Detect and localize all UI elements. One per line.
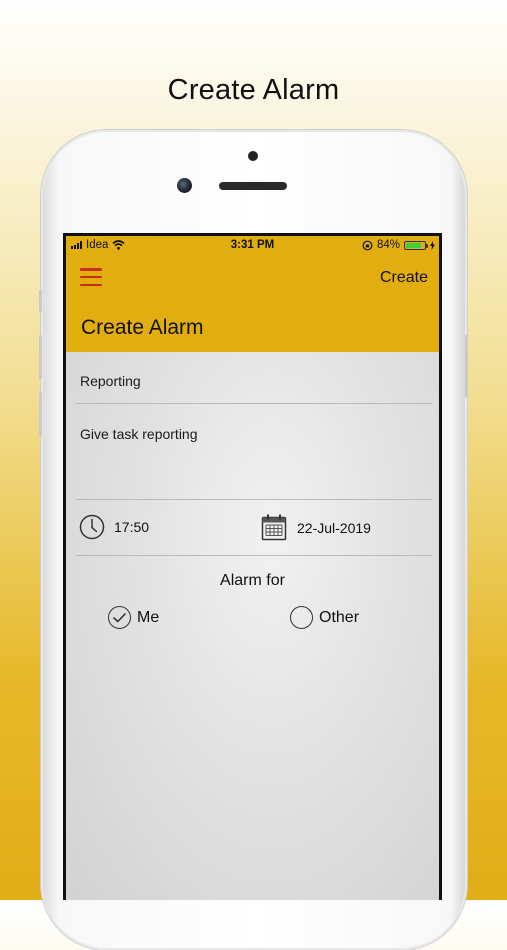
description-value: Give task reporting: [80, 426, 198, 442]
description-field[interactable]: Give task reporting: [76, 404, 432, 500]
app-display: Idea 3:31 PM 84% Create Create Alarm Rep…: [66, 236, 439, 900]
phone-screen: Idea 3:31 PM 84% Create Create Alarm Rep…: [63, 233, 442, 900]
calendar-icon: [261, 514, 287, 541]
option-other-radio[interactable]: [290, 606, 313, 629]
battery-fill: [406, 242, 422, 248]
date-time-row: 17:50 22-Jul-2019: [76, 500, 432, 556]
checkmark-icon: [113, 612, 126, 622]
time-picker[interactable]: 17:50: [79, 514, 149, 540]
front-camera: [177, 178, 192, 193]
option-me[interactable]: Me: [108, 606, 159, 629]
charging-bolt-icon: [430, 240, 435, 250]
volume-up-button: [39, 335, 42, 379]
status-right: 84%: [362, 239, 435, 251]
volume-down-button: [39, 392, 42, 436]
app-header: Idea 3:31 PM 84% Create Create Alarm: [66, 236, 439, 352]
earpiece-speaker: [219, 182, 287, 190]
page-title: Create Alarm: [81, 316, 204, 339]
option-me-radio[interactable]: [108, 606, 131, 629]
subject-value: Reporting: [80, 373, 141, 389]
orientation-lock-icon: [362, 240, 373, 250]
date-picker[interactable]: 22-Jul-2019: [261, 514, 371, 541]
hamburger-menu-icon[interactable]: [80, 266, 102, 288]
option-me-label: Me: [137, 608, 160, 626]
subject-field[interactable]: Reporting: [76, 352, 432, 404]
side-button: [39, 290, 42, 312]
option-other[interactable]: Other: [290, 606, 359, 629]
battery-icon: [404, 240, 428, 250]
date-value: 22-Jul-2019: [297, 519, 371, 536]
power-button: [465, 335, 468, 397]
proximity-sensor: [248, 151, 258, 161]
alarm-for-label: Alarm for: [220, 572, 285, 589]
promo-title: Create Alarm: [167, 74, 340, 106]
status-bar: Idea 3:31 PM 84%: [66, 236, 439, 254]
clock-icon: [79, 514, 105, 540]
time-value: 17:50: [114, 519, 150, 535]
battery-percentage: 84%: [376, 239, 400, 251]
create-button[interactable]: Create: [380, 269, 428, 287]
option-other-label: Other: [319, 608, 360, 626]
